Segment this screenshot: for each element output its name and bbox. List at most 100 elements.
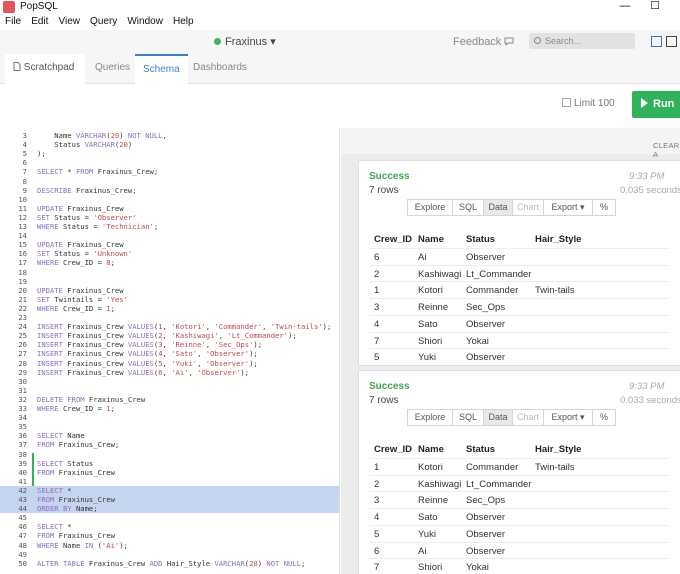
code-line[interactable]: 6	[0, 158, 339, 167]
table-row[interactable]: 7 Shiori Yokai	[369, 558, 669, 574]
data-button[interactable]: Data	[483, 409, 513, 426]
table-row[interactable]: 3 Reinne Sec_Ops	[369, 298, 669, 315]
limit-checkbox[interactable]: Limit 100	[562, 98, 615, 109]
sql-button[interactable]: SQL	[452, 199, 484, 216]
code-line[interactable]: 13 WHERE Status = 'Technician';	[0, 222, 339, 231]
code-line[interactable]: 29 INSERT Fraxinus_Crew VALUES(6, 'Ai', '…	[0, 368, 339, 377]
tab-dashboards[interactable]: Dashboards	[185, 54, 255, 84]
column-header[interactable]: Name	[418, 441, 444, 458]
code-line[interactable]: 32 DELETE FROM Fraxinus_Crew	[0, 395, 339, 404]
table-row[interactable]: 3 Reinne Sec_Ops	[369, 491, 669, 508]
table-row[interactable]: 7 Shiori Yokai	[369, 331, 669, 349]
column-header[interactable]: Hair_Style	[535, 231, 581, 248]
layout-split-icon[interactable]	[651, 36, 662, 47]
table-row[interactable]: 6 Ai Observer	[369, 248, 669, 265]
code-line[interactable]: 15 UPDATE Fraxinus_Crew	[0, 240, 339, 249]
column-header[interactable]: Name	[418, 231, 444, 248]
table-row[interactable]: 4 Sato Observer	[369, 508, 669, 525]
code-line[interactable]: 20 UPDATE Fraxinus_Crew	[0, 286, 339, 295]
code-line[interactable]: 41	[0, 477, 339, 486]
percent-button[interactable]: %	[592, 199, 616, 216]
code-line[interactable]: 43 FROM Fraxinus_Crew	[0, 495, 339, 504]
table-row[interactable]: 5 Yuki Observer	[369, 524, 669, 542]
code-line[interactable]: 48 WHERE Name IN ('Ai');	[0, 541, 339, 550]
export-button[interactable]: Export ▾	[543, 199, 593, 216]
code-line[interactable]: 27 INSERT Fraxinus_Crew VALUES(4, 'Sato',…	[0, 349, 339, 358]
menu-window[interactable]: Window	[122, 14, 163, 27]
table-row[interactable]: 1 Kotori Commander Twin-tails	[369, 281, 669, 298]
layout-stack-icon[interactable]	[666, 36, 677, 47]
feedback-button[interactable]: Feedback	[453, 36, 514, 48]
code-line[interactable]: 5);	[0, 149, 339, 158]
code-line[interactable]: 39 SELECT Status	[0, 459, 339, 468]
code-line[interactable]: 40 FROM Fraxinus_Crew	[0, 468, 339, 477]
code-line[interactable]: 44 ORDER BY Name;	[0, 504, 339, 514]
code-line[interactable]: 28 INSERT Fraxinus_Crew VALUES(5, 'Yuki',…	[0, 359, 339, 368]
column-header[interactable]: Hair_Style	[535, 441, 581, 458]
column-header[interactable]: Crew_ID	[374, 441, 412, 458]
sql-editor[interactable]: 3 Name VARCHAR(20) NOT NULL, 4 Status VAR…	[0, 128, 340, 574]
code-line[interactable]: 47 FROM Fraxinus_Crew	[0, 531, 339, 540]
code-line[interactable]: 33 WHERE Crew_ID = 1;	[0, 404, 339, 413]
maximize-button[interactable]: ☐	[640, 0, 670, 14]
run-button[interactable]: Run	[632, 91, 680, 118]
code-line[interactable]: 9 DESCRIBE Fraxinus_Crew;	[0, 186, 339, 195]
code-line[interactable]: 12 SET Status = 'Observer'	[0, 213, 339, 222]
explore-button[interactable]: Explore	[407, 199, 453, 216]
code-line[interactable]: 46 SELECT *	[0, 522, 339, 531]
code-line[interactable]: 38	[0, 450, 339, 459]
table-row[interactable]: 6 Ai Observer	[369, 541, 669, 559]
menu-file[interactable]: File	[0, 14, 21, 27]
code-line[interactable]: 3 Name VARCHAR(20) NOT NULL,	[0, 131, 339, 140]
tab-scratchpad[interactable]: Scratchpad ✖	[5, 54, 85, 101]
code-line[interactable]: 31	[0, 386, 339, 395]
column-header[interactable]: Crew_ID	[374, 231, 412, 248]
table-row[interactable]: 2 Kashiwagi Lt_Commander	[369, 474, 669, 492]
data-button[interactable]: Data	[483, 199, 513, 216]
code-line[interactable]: 37 FROM Fraxinus_Crew;	[0, 440, 339, 449]
percent-button[interactable]: %	[592, 409, 616, 426]
table-row[interactable]: 4 Sato Observer	[369, 314, 669, 332]
table-row[interactable]: 1 Kotori Commander Twin-tails	[369, 458, 669, 475]
code-line[interactable]: 8	[0, 177, 339, 186]
code-line[interactable]: 24 INSERT Fraxinus_Crew VALUES(1, 'Kotori…	[0, 322, 339, 331]
code-line[interactable]: 14	[0, 231, 339, 240]
code-line[interactable]: 4 Status VARCHAR(20)	[0, 140, 339, 149]
code-line[interactable]: 49	[0, 550, 339, 559]
search-input[interactable]: Search...	[529, 33, 635, 49]
code-line[interactable]: 17 WHERE Crew_ID = 8;	[0, 258, 339, 267]
code-line[interactable]: 16 SET Status = 'Unknown'	[0, 249, 339, 258]
menu-query[interactable]: Query	[85, 14, 117, 27]
minimize-button[interactable]: —	[610, 0, 640, 14]
menu-help[interactable]: Help	[168, 14, 194, 27]
tab-schema[interactable]: Schema	[135, 54, 188, 84]
code-line[interactable]: 36 SELECT Name	[0, 431, 339, 440]
table-row[interactable]: 2 Kashiwagi Lt_Commander	[369, 264, 669, 282]
tab-queries[interactable]: Queries	[87, 54, 138, 84]
code-line[interactable]: 22 WHERE Crew_ID = 1;	[0, 304, 339, 313]
chart-button[interactable]: Chart	[512, 199, 544, 216]
code-line[interactable]: 25 INSERT Fraxinus_Crew VALUES(2, 'Kashiw…	[0, 331, 339, 340]
clear-all-button[interactable]: CLEAR A	[653, 141, 680, 159]
column-header[interactable]: Status	[466, 441, 495, 458]
code-line[interactable]: 18	[0, 268, 339, 277]
code-line[interactable]: 19	[0, 277, 339, 286]
explore-button[interactable]: Explore	[407, 409, 453, 426]
code-line[interactable]: 26 INSERT Fraxinus_Crew VALUES(3, 'Reinne…	[0, 340, 339, 349]
code-line[interactable]: 21 SET Twintails = 'Yes'	[0, 295, 339, 304]
code-line[interactable]: 50 ALTER TABLE Fraxinus_Crew ADD Hair_Sty…	[0, 559, 339, 568]
table-row[interactable]: 5 Yuki Observer	[369, 348, 669, 365]
code-line[interactable]: 7 SELECT * FROM Fraxinus_Crew;	[0, 167, 339, 176]
code-line[interactable]: 35	[0, 422, 339, 431]
menu-edit[interactable]: Edit	[26, 14, 48, 27]
code-line[interactable]: 42 SELECT *	[0, 485, 339, 495]
code-line[interactable]: 23	[0, 313, 339, 322]
sql-button[interactable]: SQL	[452, 409, 484, 426]
code-line[interactable]: 45	[0, 513, 339, 522]
column-header[interactable]: Status	[466, 231, 495, 248]
export-button[interactable]: Export ▾	[543, 409, 593, 426]
code-line[interactable]: 34	[0, 413, 339, 422]
menu-view[interactable]: View	[53, 14, 80, 27]
connection-selector[interactable]: Fraxinus ▾	[214, 35, 276, 48]
chart-button[interactable]: Chart	[512, 409, 544, 426]
